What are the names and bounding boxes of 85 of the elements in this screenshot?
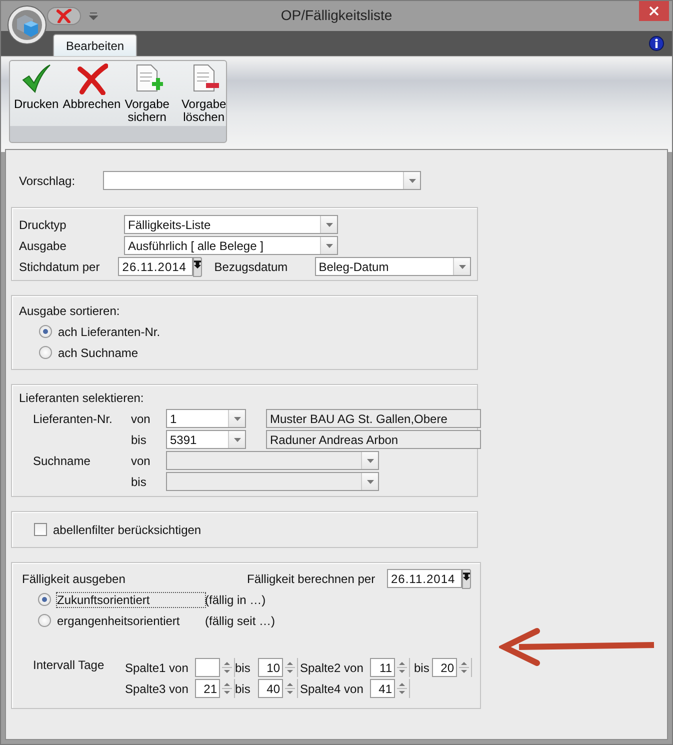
field-label: Spalte1 von xyxy=(125,660,190,674)
field-label: bis xyxy=(414,660,430,674)
field-label: Drucktyp xyxy=(19,218,68,232)
spin-arrows-icon[interactable] xyxy=(283,658,298,677)
radio-label: ach Lieferanten-Nr. xyxy=(58,324,160,338)
field-label: Lieferanten-Nr. xyxy=(33,412,112,426)
hint-text: (fällig in …) xyxy=(205,592,266,606)
cross-icon xyxy=(56,9,72,23)
field-label: Stichdatum per xyxy=(19,260,101,274)
date-field[interactable]: 26.11.2014 xyxy=(118,257,194,276)
supplier-name-field: Raduner Andreas Arbon xyxy=(266,430,481,449)
field-label: Bezugsdatum xyxy=(214,260,288,274)
supplier-number-dropdown[interactable]: 5391 xyxy=(166,430,246,449)
number-field[interactable]: 20 xyxy=(432,658,457,677)
number-field[interactable]: 10 xyxy=(258,658,283,677)
ribbon-button[interactable]: Vorgabe löschen xyxy=(179,63,228,142)
number-field[interactable]: 41 xyxy=(370,679,395,698)
field-label: Spalte3 von xyxy=(125,682,190,696)
field-label: Spalte2 von xyxy=(300,660,364,674)
info-icon[interactable] xyxy=(649,36,664,51)
ribbon-tab[interactable]: Bearbeiten xyxy=(53,34,138,56)
field-label: bis xyxy=(131,474,146,488)
caret-icon xyxy=(366,458,374,462)
date-picker-button[interactable] xyxy=(462,568,471,588)
checkbox-label: abellenfilter berücksichtigen xyxy=(53,522,202,536)
field-label: bis xyxy=(235,660,252,674)
spin-arrows-icon[interactable] xyxy=(395,679,410,698)
window-title: OP/Fälligkeitsliste xyxy=(280,7,392,23)
field-label: Fälligkeit berechnen per xyxy=(247,572,376,586)
spin-arrows-icon[interactable] xyxy=(457,658,472,677)
hint-text: (fällig seit …) xyxy=(205,614,276,628)
proposal-dropdown[interactable] xyxy=(103,171,421,190)
radio-button[interactable] xyxy=(38,593,51,606)
caret-icon xyxy=(408,178,416,182)
cross-icon xyxy=(76,63,108,95)
caret-icon xyxy=(326,222,332,226)
spin-arrows-icon[interactable] xyxy=(220,679,235,698)
dropdown-caret-icon[interactable] xyxy=(89,12,98,20)
spin-arrows-icon[interactable] xyxy=(220,658,235,677)
number-field[interactable] xyxy=(195,658,220,677)
field-label: bis xyxy=(131,432,146,446)
checkbox[interactable] xyxy=(34,523,47,536)
radio-label: ach Suchname xyxy=(58,346,138,360)
field-label: Ausgabe xyxy=(19,238,68,252)
field-label: Vorschlag: xyxy=(19,174,76,188)
caret-icon xyxy=(234,438,240,442)
radio-label: ergangenheitsorientiert xyxy=(57,614,181,628)
number-field[interactable]: 40 xyxy=(258,679,283,698)
group-title: Fälligkeit ausgeben xyxy=(22,572,126,586)
supplier-number-dropdown[interactable]: 1 xyxy=(166,409,246,428)
field-label: von xyxy=(131,454,150,468)
caret-icon xyxy=(326,244,332,248)
radio-button[interactable] xyxy=(39,346,52,359)
date-field[interactable]: 26.11.2014 xyxy=(387,569,462,588)
field-label: Spalte4 von xyxy=(300,682,364,696)
field-label: Suchname xyxy=(33,454,90,468)
group-title: Lieferanten selektieren: xyxy=(19,391,145,405)
number-field[interactable]: 11 xyxy=(370,658,395,677)
print-type-dropdown[interactable]: Fälligkeits-Liste xyxy=(124,215,338,234)
ribbon-button[interactable]: Vorgabe sichern xyxy=(122,63,172,142)
caret-icon xyxy=(234,416,240,420)
caret-icon xyxy=(366,480,374,484)
output-dropdown[interactable]: Ausführlich [ alle Belege ] xyxy=(124,236,338,255)
spin-arrows-icon[interactable] xyxy=(395,658,410,677)
radio-button[interactable] xyxy=(38,614,51,627)
reference-date-dropdown[interactable]: Beleg-Datum xyxy=(314,257,471,276)
check-icon xyxy=(20,63,52,95)
down-arrow-icon xyxy=(194,260,202,268)
close-icon xyxy=(649,6,659,16)
quick-access-button[interactable] xyxy=(47,7,81,25)
ribbon-button[interactable]: Abbrechen xyxy=(60,63,123,142)
field-label: Intervall Tage xyxy=(33,658,106,674)
ribbon-button[interactable]: Drucken xyxy=(12,63,61,142)
caret-icon xyxy=(458,264,466,268)
radio-button[interactable] xyxy=(39,325,52,338)
close-button[interactable] xyxy=(639,1,669,21)
group-title: Ausgabe sortieren: xyxy=(19,304,121,318)
spin-arrows-icon[interactable] xyxy=(283,679,298,698)
date-picker-button[interactable] xyxy=(193,256,202,276)
field-label: bis xyxy=(235,682,252,696)
field-label: von xyxy=(131,412,150,426)
number-field[interactable]: 21 xyxy=(195,679,220,698)
radio-label: Zukunftsorientiert xyxy=(57,592,205,606)
down-arrow-icon xyxy=(463,572,470,580)
supplier-name-field: Muster BAU AG St. Gallen,Obere xyxy=(266,409,481,428)
